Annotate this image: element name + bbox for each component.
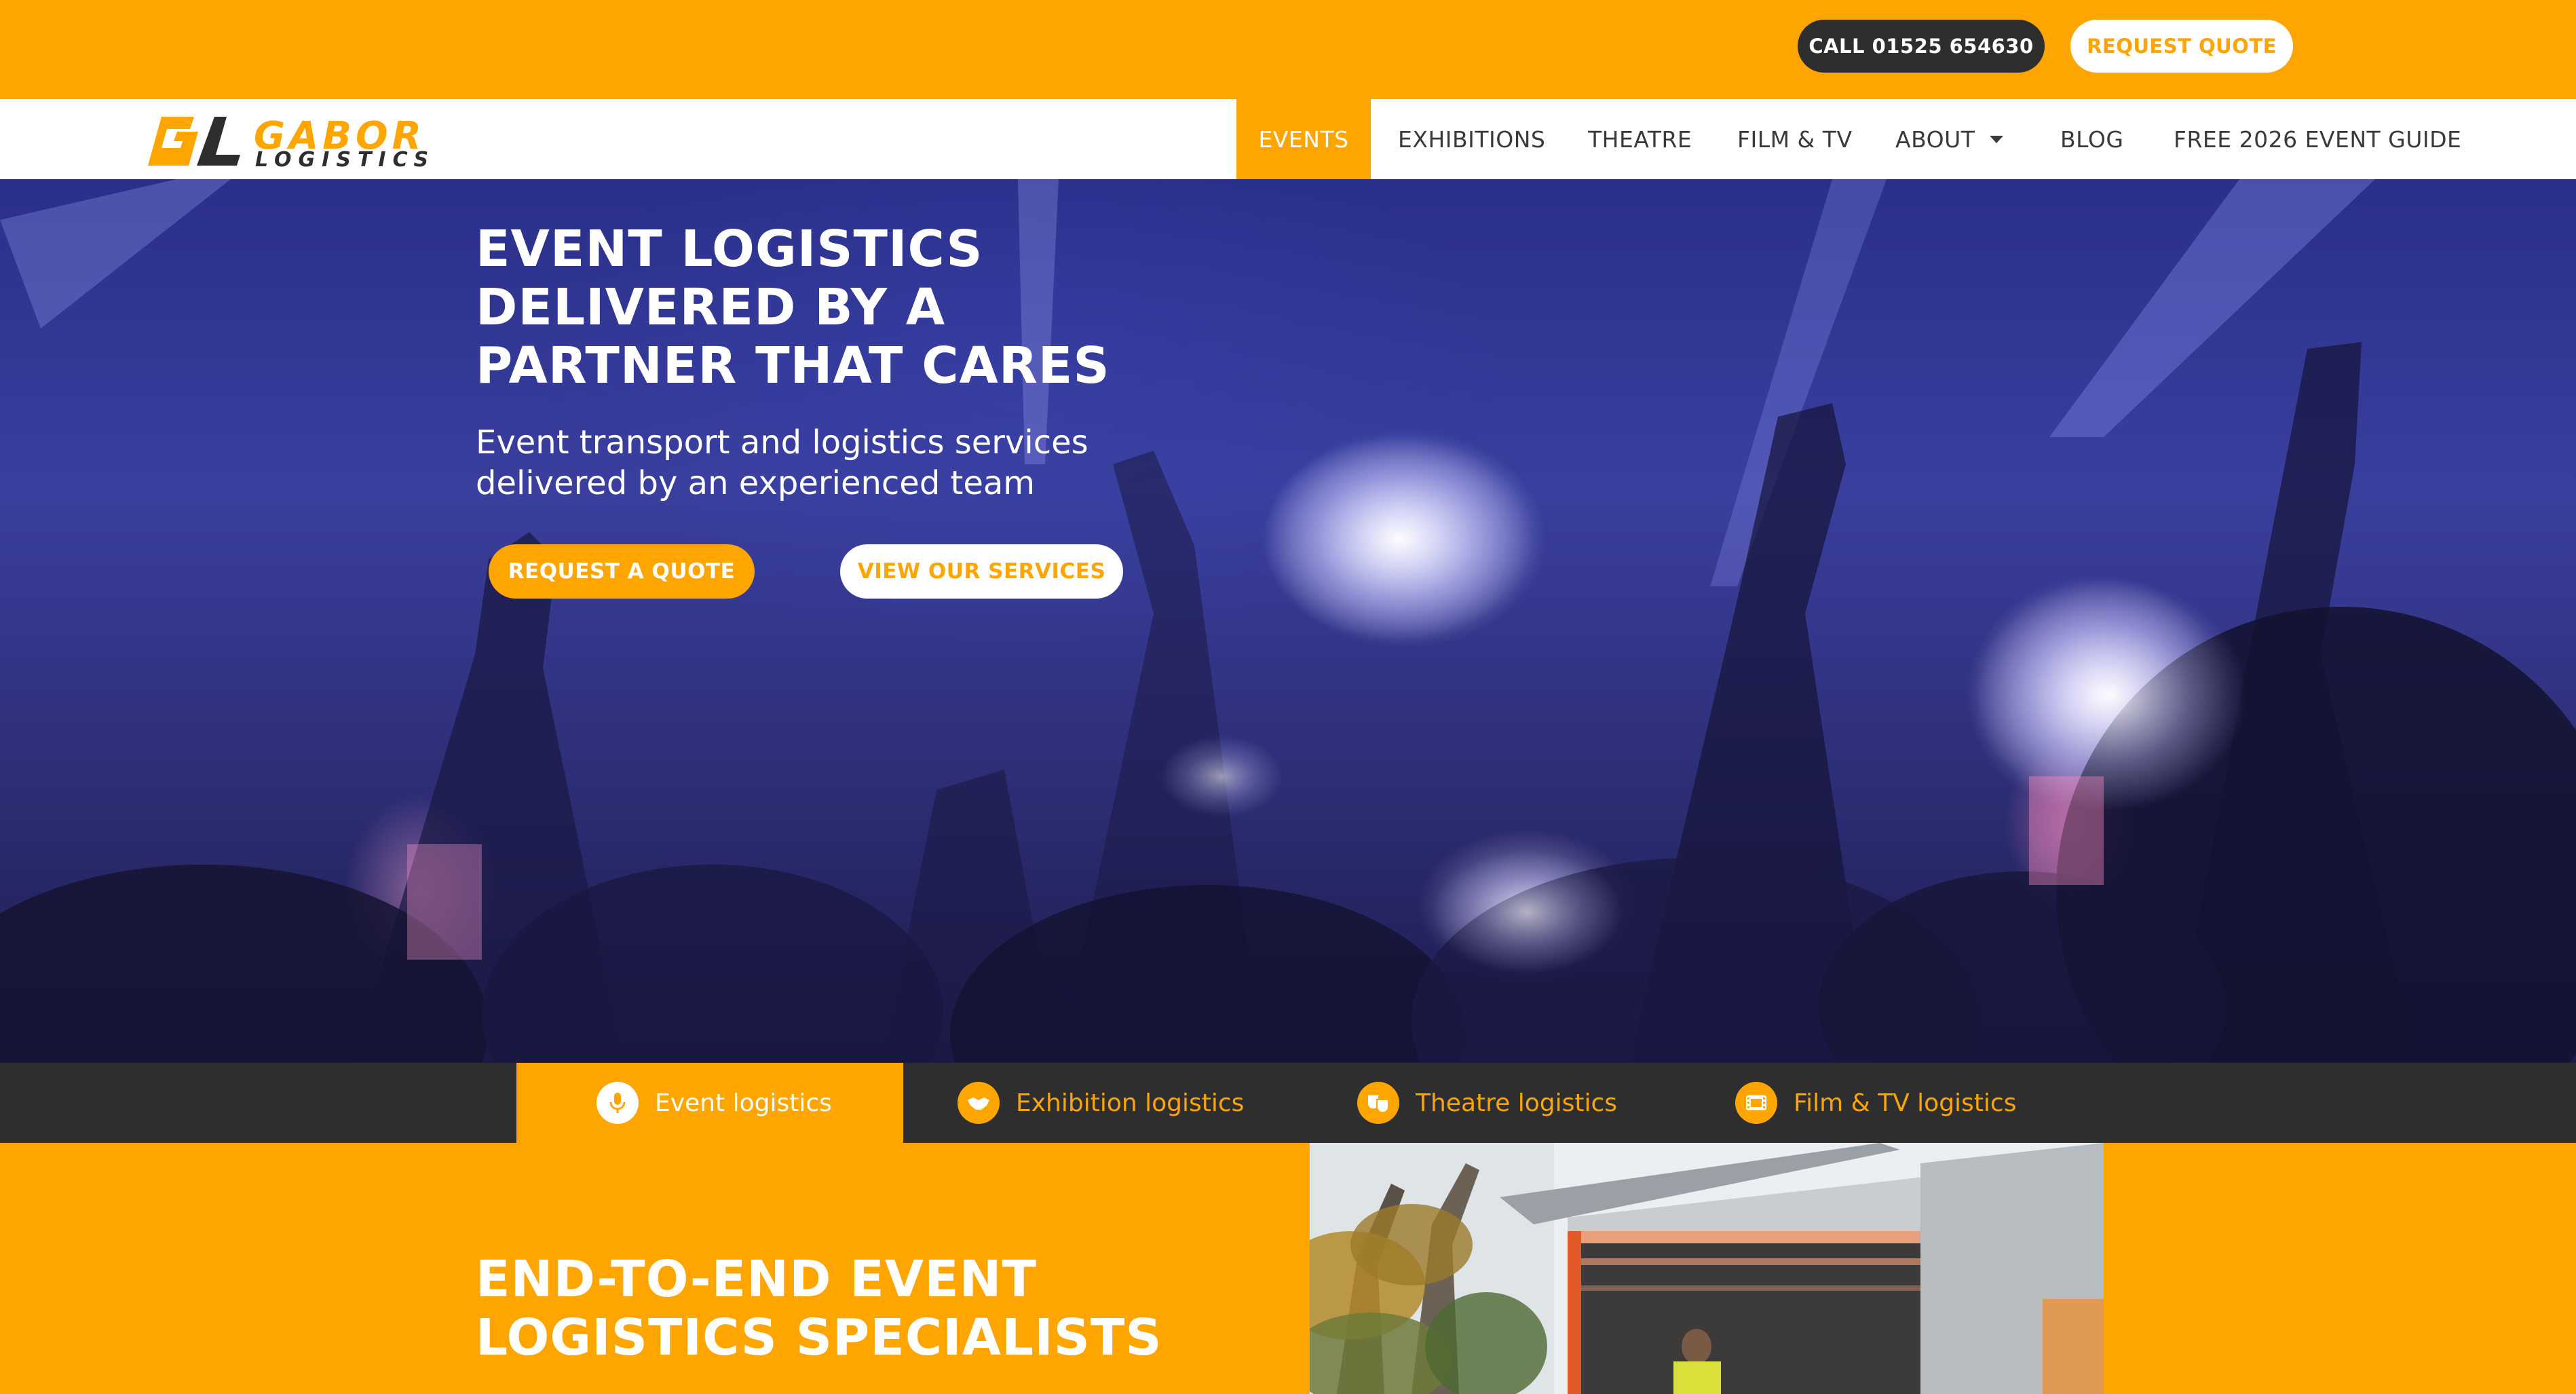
section-title: END-TO-END EVENT LOGISTICS SPECIALISTS bbox=[476, 1250, 1162, 1367]
tab-label: Exhibition logistics bbox=[1016, 1089, 1245, 1117]
tab-theatre-logistics[interactable]: Theatre logistics bbox=[1357, 1063, 1617, 1143]
nav-item-film-tv[interactable]: FILM & TV bbox=[1737, 99, 1853, 179]
tab-event-logistics[interactable]: Event logistics bbox=[516, 1063, 903, 1143]
truck-photo-image bbox=[1310, 1143, 2104, 1394]
tab-film-tv-logistics[interactable]: Film & TV logistics bbox=[1735, 1063, 2016, 1143]
microphone-icon bbox=[596, 1082, 639, 1124]
nav-item-events[interactable]: EVENTS bbox=[1236, 99, 1371, 179]
tab-label: Film & TV logistics bbox=[1794, 1089, 2017, 1117]
nav-item-theatre[interactable]: THEATRE bbox=[1588, 99, 1692, 179]
hero-title: EVENT LOGISTICS DELIVERED BY A PARTNER T… bbox=[476, 220, 1110, 395]
caret-down-icon bbox=[1990, 135, 2004, 143]
truck-photo bbox=[1310, 1143, 2104, 1394]
tab-exhibition-logistics[interactable]: Exhibition logistics bbox=[958, 1063, 1244, 1143]
nav-item-about-label: ABOUT bbox=[1895, 126, 1975, 153]
nav-item-exhibitions[interactable]: EXHIBITIONS bbox=[1398, 99, 1545, 179]
hero-view-services-button[interactable]: VIEW OUR SERVICES bbox=[840, 544, 1123, 599]
site-logo[interactable]: GABOR LOGISTICS bbox=[141, 114, 428, 172]
nav-item-blog[interactable]: BLOG bbox=[2060, 99, 2123, 179]
request-quote-button[interactable]: REQUEST QUOTE bbox=[2070, 20, 2293, 73]
hero-request-quote-button[interactable]: REQUEST A QUOTE bbox=[489, 544, 755, 599]
theatre-masks-icon bbox=[1357, 1082, 1399, 1124]
nav-item-event-guide[interactable]: FREE 2026 EVENT GUIDE bbox=[2174, 99, 2461, 179]
film-icon bbox=[1735, 1082, 1777, 1124]
hero-subtitle: Event transport and logistics services d… bbox=[476, 423, 1088, 502]
logo-text-logistics: LOGISTICS bbox=[255, 148, 436, 172]
hero-banner bbox=[0, 179, 2576, 1063]
logo-mark-icon bbox=[148, 117, 240, 166]
tab-label: Theatre logistics bbox=[1416, 1089, 1618, 1117]
hero-background-image bbox=[0, 179, 2576, 1063]
service-tab-strip bbox=[0, 1063, 2576, 1143]
nav-item-about[interactable]: ABOUT bbox=[1895, 99, 2004, 179]
tab-label: Event logistics bbox=[655, 1089, 832, 1117]
handshake-icon bbox=[958, 1082, 1000, 1124]
call-button[interactable]: CALL 01525 654630 bbox=[1798, 20, 2045, 73]
